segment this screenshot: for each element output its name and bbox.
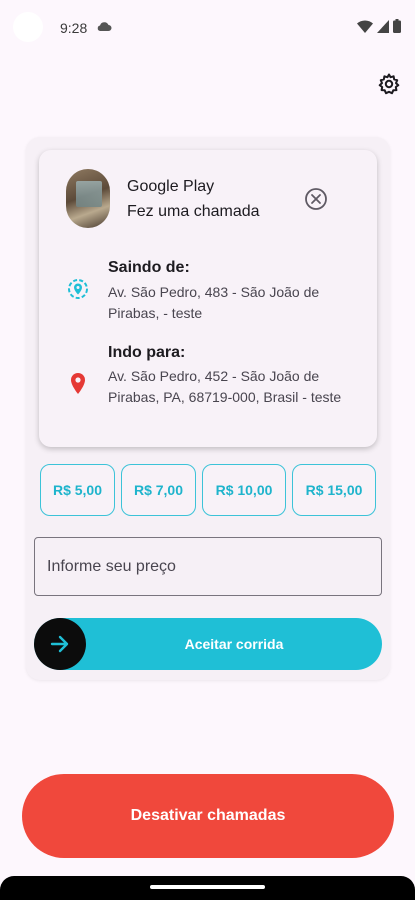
my-location-pin-icon	[68, 279, 88, 299]
home-gesture-handle[interactable]	[150, 885, 265, 889]
camera-cutout	[13, 12, 43, 42]
status-icons	[357, 19, 401, 33]
deactivate-calls-button[interactable]: Desativar chamadas	[22, 774, 394, 858]
status-bar: 9:28	[0, 0, 415, 56]
accept-slider-handle[interactable]	[34, 618, 86, 670]
caller-action: Fez uma chamada	[127, 203, 260, 220]
wifi-icon	[357, 19, 373, 33]
price-option-5[interactable]: R$ 5,00	[40, 464, 115, 516]
pickup-address: Av. São Pedro, 483 - São João de Pirabas…	[108, 284, 320, 321]
dropoff-address: Av. São Pedro, 452 - São João de Pirabas…	[108, 368, 342, 405]
accept-ride-slider[interactable]: Aceitar corrida	[34, 618, 382, 670]
cloud-icon	[97, 22, 112, 31]
arrow-right-icon	[50, 635, 69, 653]
close-circle-icon[interactable]	[303, 186, 329, 212]
price-option-15[interactable]: R$ 15,00	[292, 464, 376, 516]
price-option-7[interactable]: R$ 7,00	[121, 464, 196, 516]
accept-ride-label: Aceitar corrida	[184, 636, 284, 652]
pickup-title: Saindo de:	[108, 259, 190, 276]
battery-icon	[393, 19, 401, 33]
status-time: 9:28	[60, 20, 88, 36]
gear-icon[interactable]	[377, 72, 401, 96]
caller-avatar	[66, 169, 110, 228]
ride-card: Google Play Fez uma chamada Saindo de: A…	[39, 150, 377, 447]
dropoff-title: Indo para:	[108, 344, 186, 361]
price-option-10[interactable]: R$ 10,00	[202, 464, 286, 516]
caller-name: Google Play	[127, 178, 215, 195]
location-pin-icon	[71, 373, 85, 394]
price-input[interactable]	[34, 537, 382, 596]
signal-icon	[377, 19, 389, 33]
